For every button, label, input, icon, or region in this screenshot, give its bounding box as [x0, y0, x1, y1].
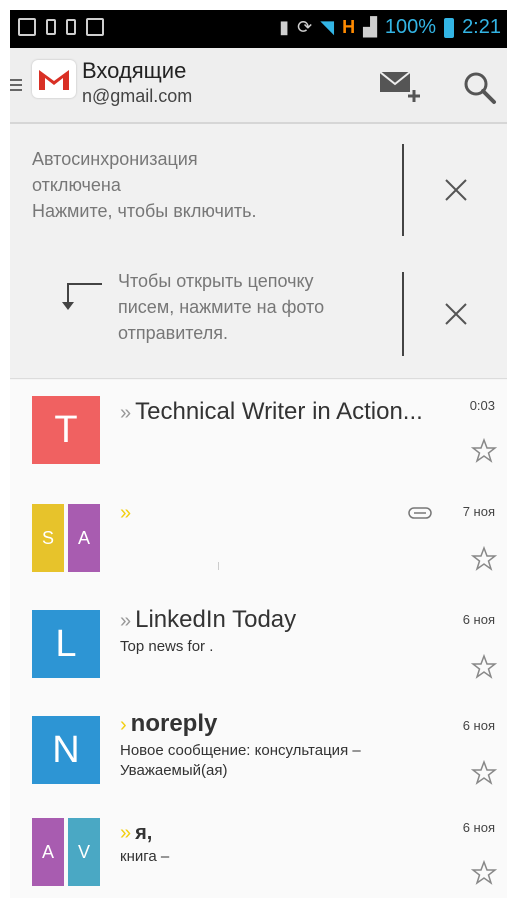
avatar-letter: T: [54, 408, 78, 451]
list-item[interactable]: N › noreply Новое сообщение: консультация…: [10, 698, 507, 805]
list-item[interactable]: A V » я, книга – 6 ноя: [10, 804, 507, 898]
close-icon[interactable]: [436, 170, 476, 210]
snippet-placeholder: [218, 562, 219, 570]
network-type: H: [342, 17, 356, 37]
mail-date: 6 ноя: [462, 612, 495, 627]
autosync-card[interactable]: Автосинхронизация отключена Нажмите, что…: [10, 124, 507, 253]
avatar[interactable]: N: [32, 716, 100, 784]
mail-snippet: книга –: [120, 848, 170, 865]
mail-date: 7 ноя: [462, 504, 495, 519]
star-outline-icon[interactable]: [470, 859, 498, 886]
avatar-letter: L: [55, 622, 77, 665]
mail-sender-row: »: [120, 498, 135, 526]
star-outline-icon[interactable]: [470, 545, 498, 572]
menu-icon[interactable]: [10, 76, 22, 92]
close-icon[interactable]: [436, 294, 476, 334]
system-indicators: ▮ ⟳ ◥ H ▟ 100% 2:21: [279, 16, 501, 39]
importance-marker: »: [120, 502, 132, 524]
mail-date: 0:03: [469, 398, 495, 413]
battery-icon: [444, 17, 455, 38]
avatar[interactable]: L: [32, 610, 100, 678]
tip-line-1: Чтобы открыть цепочку: [118, 271, 314, 291]
screenshot-icon: [18, 18, 36, 36]
list-item[interactable]: T » Technical Writer in Action... 0:03: [10, 380, 507, 487]
mail-sender-row: › noreply: [120, 710, 217, 738]
phone-screen: ▮ ⟳ ◥ H ▟ 100% 2:21 Входящие n@gmail.com: [10, 10, 507, 898]
list-item[interactable]: L » LinkedIn Today Top news for . 6 ноя: [10, 592, 507, 699]
avatar-right: A: [68, 504, 100, 572]
avatar[interactable]: A V: [32, 818, 100, 886]
tip-line-2: писем, нажмите на фото: [118, 297, 325, 317]
wifi-icon: ◥: [320, 17, 335, 37]
paperclip-icon: [408, 506, 432, 519]
mail-snippet: Top news for .: [120, 638, 214, 655]
gmail-logo-icon[interactable]: [32, 60, 76, 98]
importance-marker: ›: [120, 714, 127, 736]
thread-tip-message: Чтобы открыть цепочку писем, нажмите на …: [118, 268, 388, 346]
mail-sender-row: » Technical Writer in Action...: [120, 398, 423, 426]
importance-marker: »: [120, 610, 132, 632]
status-bar: ▮ ⟳ ◥ H ▟ 100% 2:21: [10, 10, 507, 48]
mail-sender-row: » я,: [120, 818, 152, 846]
inbox-title[interactable]: Входящие: [82, 58, 186, 84]
sync-icon: ⟳: [297, 17, 313, 37]
clipboard-icon: [86, 18, 104, 36]
tip-line-3: отправителя.: [118, 323, 228, 343]
autosync-message[interactable]: Автосинхронизация отключена Нажмите, что…: [32, 146, 372, 224]
mail-subject: Новое сообщение: консультация –: [120, 742, 361, 759]
star-outline-icon[interactable]: [470, 759, 498, 786]
action-bar: Входящие n@gmail.com: [10, 48, 507, 124]
importance-marker: »: [120, 402, 132, 424]
thread-tip-card: Чтобы открыть цепочку писем, нажмите на …: [10, 252, 507, 379]
account-email[interactable]: n@gmail.com: [82, 86, 192, 107]
search-icon[interactable]: [462, 70, 498, 106]
avatar-left: A: [32, 818, 64, 886]
phone-icon: [66, 19, 76, 35]
list-item[interactable]: S A » 7 ноя: [10, 486, 507, 593]
autosync-line-2: отключена: [32, 175, 121, 195]
avatar-left: S: [32, 504, 64, 572]
usb-icon: [46, 19, 56, 35]
sender-name: noreply: [130, 710, 218, 737]
notification-icons: [18, 18, 104, 36]
arrow-down-left-icon: [54, 276, 104, 316]
card-divider: [402, 272, 404, 356]
clock: 2:21: [462, 16, 501, 38]
avatar-letter: N: [52, 728, 80, 771]
autosync-line-1: Автосинхронизация: [32, 149, 198, 169]
avatar[interactable]: S A: [32, 504, 100, 572]
autosync-line-3: Нажмите, чтобы включить.: [32, 201, 257, 221]
sender-name: Technical Writer in Action...: [135, 398, 423, 425]
star-outline-icon[interactable]: [470, 437, 498, 464]
sender-name: LinkedIn Today: [135, 606, 297, 633]
card-divider: [402, 144, 404, 236]
signal-icon: ▟: [363, 17, 377, 37]
mail-sender-row: » LinkedIn Today: [120, 606, 296, 634]
compose-mail-icon[interactable]: [378, 66, 424, 106]
mail-date: 6 ноя: [462, 820, 495, 835]
avatar[interactable]: T: [32, 396, 100, 464]
importance-marker: »: [120, 822, 132, 844]
mail-snippet: Уважаемый(ая): [120, 762, 228, 779]
mail-date: 6 ноя: [462, 718, 495, 733]
battery-percent: 100%: [384, 16, 437, 38]
sd-card-icon: ▮: [279, 17, 290, 37]
avatar-right: V: [68, 818, 100, 886]
star-outline-icon[interactable]: [470, 653, 498, 680]
sender-name: я,: [135, 822, 153, 844]
